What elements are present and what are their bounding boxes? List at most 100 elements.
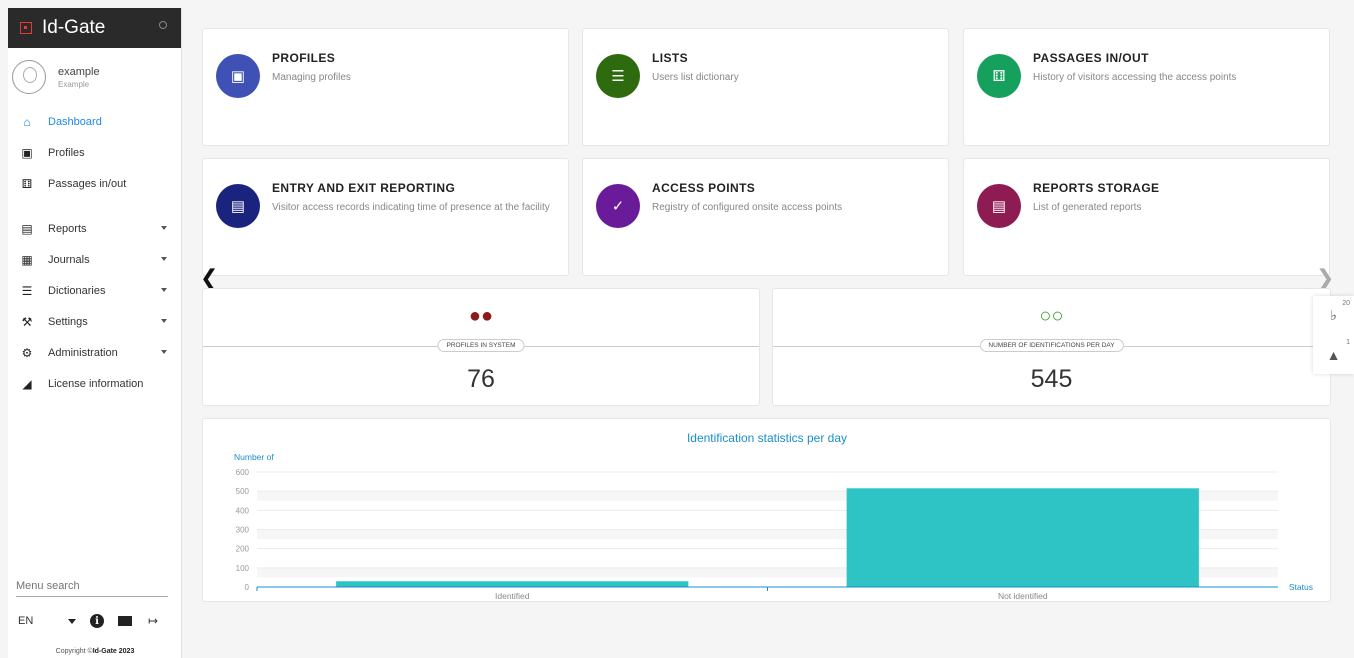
tile-passages[interactable]: ⚅ PASSAGES IN/OUT History of visitors ac… <box>963 28 1330 146</box>
nav-item-profiles[interactable]: ▣ Profiles <box>8 137 181 168</box>
nav-item-journals[interactable]: ▦ Journals <box>8 244 181 275</box>
nav-label: Passages in/out <box>48 177 127 190</box>
list-icon: ☰ <box>596 54 640 98</box>
bell-count: 20 <box>1342 300 1350 307</box>
warnings-button[interactable]: ▲ 1 <box>1313 335 1354 374</box>
nav-label: Profiles <box>48 146 85 159</box>
license-icon: ◢ <box>22 376 32 391</box>
y-tick-label: 0 <box>245 583 250 592</box>
report-icon: ▤ <box>21 221 33 236</box>
chart-x-label: Status <box>1289 582 1313 592</box>
nav-label: Dictionaries <box>48 284 106 297</box>
chevron-down-icon <box>161 226 167 230</box>
tile-title: ACCESS POINTS <box>652 181 756 195</box>
copyright: Copyright ©Id-Gate 2023 <box>55 648 135 655</box>
storage-icon: ▤ <box>977 184 1021 228</box>
table-icon: ▦ <box>21 252 33 267</box>
x-tick-label: Identified <box>495 591 530 601</box>
clipboard-check-icon: ✓ <box>596 184 640 228</box>
nav-item-administration[interactable]: ⚙ Administration <box>8 337 181 368</box>
tile-access-points[interactable]: ✓ ACCESS POINTS Registry of configured o… <box>582 158 949 276</box>
x-tick-label: Not identified <box>998 591 1048 601</box>
tile-subtitle: Registry of configured onsite access poi… <box>652 202 843 213</box>
nav-item-reports[interactable]: ▤ Reports <box>8 213 181 244</box>
nav-label: Journals <box>48 253 90 266</box>
nav-item-settings[interactable]: ⚒ Settings <box>8 306 181 337</box>
running-person-icon: ⚅ <box>977 54 1021 98</box>
user-name: example <box>58 65 100 78</box>
bell-icon: ♭ <box>1330 307 1337 323</box>
avatar <box>12 60 46 94</box>
bar-identified <box>336 581 689 587</box>
chevron-down-icon <box>161 350 167 354</box>
mail-icon[interactable] <box>118 614 132 628</box>
warning-count: 1 <box>1346 339 1350 346</box>
gear-icon: ⚙ <box>21 345 33 360</box>
id-card-icon: ▣ <box>216 54 260 98</box>
tile-title: ENTRY AND EXIT REPORTING <box>272 181 456 195</box>
sidebar: Id-Gate example Example ⌂ Dashboard ▣ Pr… <box>8 8 182 658</box>
stat-value: 545 <box>1030 365 1073 393</box>
chevron-down-icon <box>161 257 167 261</box>
tile-subtitle: History of visitors accessing the access… <box>1033 72 1237 83</box>
home-icon: ⌂ <box>23 114 31 129</box>
tile-title: PASSAGES IN/OUT <box>1033 51 1149 65</box>
menu-search-input[interactable] <box>16 580 168 597</box>
wrench-icon: ⚒ <box>21 314 33 329</box>
nav-item-passages[interactable]: ⚅ Passages in/out <box>8 168 181 199</box>
stat-value: 76 <box>467 365 495 393</box>
nav-label: License information <box>48 377 144 390</box>
tile-subtitle: List of generated reports <box>1033 202 1142 213</box>
nav-label: Settings <box>48 315 88 328</box>
y-tick-label: 200 <box>236 545 250 554</box>
grid-band <box>257 472 1278 482</box>
tile-subtitle: Visitor access records indicating time o… <box>272 202 550 213</box>
tile-title: REPORTS STORAGE <box>1033 181 1160 195</box>
chart-svg: Identification statistics per day Number … <box>234 431 1313 601</box>
language-select[interactable]: EN <box>18 615 68 627</box>
nav-item-dictionaries[interactable]: ☰ Dictionaries <box>8 275 181 306</box>
chevron-down-icon <box>161 319 167 323</box>
brand-header: Id-Gate <box>8 8 181 48</box>
radio-toggle-icon[interactable] <box>159 21 167 29</box>
logout-icon[interactable]: ↦ <box>146 614 160 628</box>
y-tick-label: 500 <box>236 487 250 496</box>
identification-chart: Identification statistics per day Number … <box>202 418 1331 602</box>
report-list-icon: ▤ <box>216 184 260 228</box>
y-tick-label: 100 <box>236 564 250 573</box>
tile-subtitle: Managing profiles <box>272 72 351 83</box>
tile-entry-exit-reporting[interactable]: ▤ ENTRY AND EXIT REPORTING Visitor acces… <box>202 158 569 276</box>
chevron-down-icon[interactable] <box>68 618 76 624</box>
tile-profiles[interactable]: ▣ PROFILES Managing profiles <box>202 28 569 146</box>
list-icon: ☰ <box>21 283 33 298</box>
nav-label: Dashboard <box>48 115 102 128</box>
chart-y-label: Number of <box>234 452 274 462</box>
chart-title: Identification statistics per day <box>687 431 847 445</box>
y-tick-label: 400 <box>236 506 250 515</box>
brand-title: Id-Gate <box>42 17 106 38</box>
logo-icon <box>20 22 32 34</box>
tile-lists[interactable]: ☰ LISTS Users list dictionary <box>582 28 949 146</box>
info-icon[interactable]: i <box>90 614 104 628</box>
tile-title: LISTS <box>652 51 689 65</box>
nav-item-dashboard[interactable]: ⌂ Dashboard <box>8 106 181 137</box>
tile-reports-storage[interactable]: ▤ REPORTS STORAGE List of generated repo… <box>963 158 1330 276</box>
nav-label: Administration <box>48 346 118 359</box>
sidebar-bottom-bar: EN i ↦ <box>18 614 174 628</box>
running-person-icon: ⚅ <box>21 176 33 191</box>
bar-not-identified <box>846 488 1199 587</box>
user-role: Example <box>58 79 90 89</box>
nav-label: Reports <box>48 222 87 235</box>
y-tick-label: 600 <box>236 468 250 477</box>
stat-label: PROFILES IN SYSTEM <box>437 339 525 352</box>
notifications-bell[interactable]: ♭ 20 <box>1313 296 1354 335</box>
stat-identifications-per-day: ○○ NUMBER OF IDENTIFICATIONS PER DAY 545 <box>772 288 1331 406</box>
stat-label: NUMBER OF IDENTIFICATIONS PER DAY <box>979 339 1124 352</box>
users-outline-icon: ○○ <box>1039 305 1064 327</box>
y-tick-label: 300 <box>236 526 250 535</box>
tile-subtitle: Users list dictionary <box>652 72 739 83</box>
warning-icon: ▲ <box>1326 346 1341 363</box>
nav-item-license[interactable]: ◢ License information <box>8 368 181 399</box>
tile-title: PROFILES <box>272 51 336 65</box>
user-panel[interactable]: example Example <box>8 48 181 106</box>
